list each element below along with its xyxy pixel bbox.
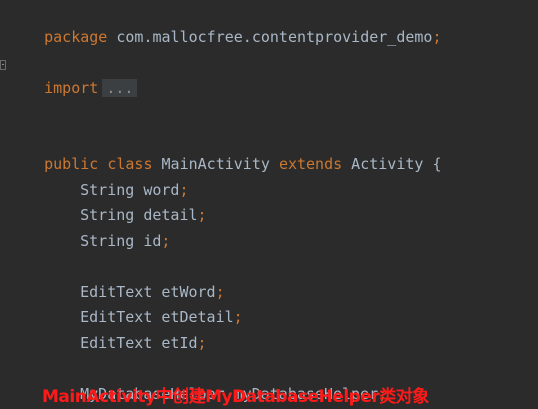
semicolon: ;	[197, 334, 207, 352]
keyword-import: import	[44, 79, 99, 97]
code-editor[interactable]: package com.mallocfree.contentprovider_d…	[0, 0, 538, 409]
field-declaration: String id	[80, 232, 162, 250]
code-line-field-helper: MyDatabaseHelper myDatabaseHelper;	[8, 361, 387, 403]
package-name: com.mallocfree.contentprovider_demo	[107, 28, 433, 46]
code-line-field-etdetail: EditText etDetail;	[8, 284, 243, 326]
folded-imports[interactable]: ...	[102, 79, 138, 97]
code-line-package: package com.mallocfree.contentprovider_d…	[8, 4, 441, 46]
code-line-field-id: String id;	[8, 208, 170, 250]
code-line-field-detail: String detail;	[8, 182, 206, 224]
code-line-class-declaration: public class MainActivity extends Activi…	[8, 131, 441, 173]
code-line-field-etid: EditText etId;	[8, 310, 206, 352]
semicolon: ;	[161, 232, 171, 250]
fold-toggle-icon[interactable]	[0, 60, 6, 70]
semicolon: ;	[432, 28, 442, 46]
annotation-caption: MainActivity中创建MyDatabaseHelper类对象	[42, 387, 429, 407]
code-line-field-word: String word;	[8, 157, 188, 199]
keyword-package: package	[44, 28, 108, 46]
field-declaration: EditText etId	[80, 334, 198, 352]
keyword-extends: extends	[278, 155, 343, 173]
semicolon: ;	[197, 206, 207, 224]
semicolon: ;	[233, 308, 243, 326]
code-line-import: import...	[8, 55, 138, 97]
parent-class: Activity {	[342, 155, 442, 173]
code-line-field-etword: EditText etWord;	[8, 259, 225, 301]
